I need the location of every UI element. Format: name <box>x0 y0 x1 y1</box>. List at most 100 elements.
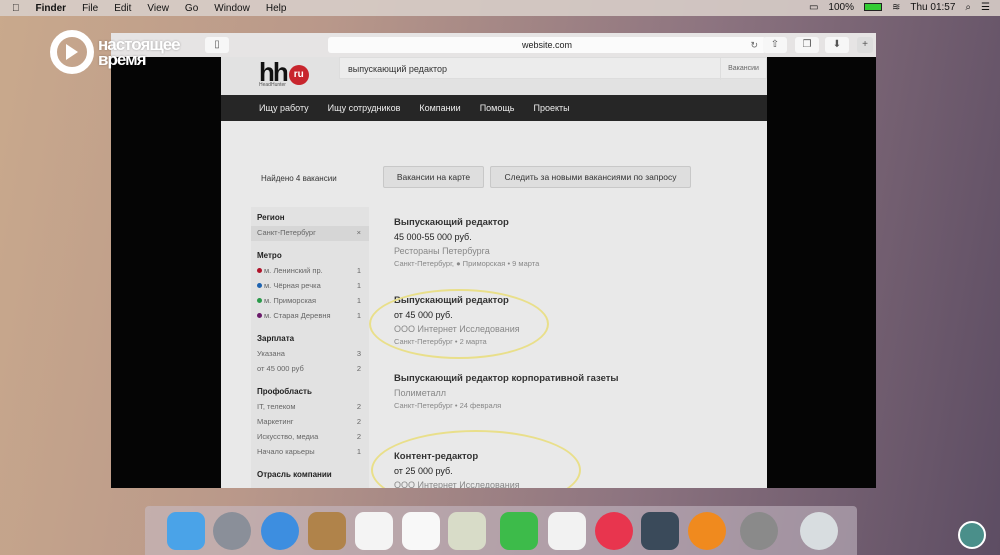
filter-count: 1 <box>356 296 361 305</box>
vacancy-title[interactable]: Выпускающий редактор <box>394 217 724 228</box>
vacancy-title[interactable]: Выпускающий редактор корпоративной газет… <box>394 373 724 384</box>
search-scope[interactable]: Вакансии <box>720 58 766 80</box>
filter-item[interactable]: м. Старая Деревня 1 <box>251 309 369 324</box>
downloads-icon[interactable]: ⬇ <box>825 37 849 53</box>
address-bar[interactable]: website.com ↻ <box>328 37 766 53</box>
results-count: Найдено 4 вакансии <box>261 174 337 183</box>
filter-item[interactable]: Маркетинг 2 <box>251 415 369 430</box>
menu-help[interactable]: Help <box>266 3 287 14</box>
filter-count: 2 <box>356 364 361 373</box>
watermark-logo: настоящее время <box>50 30 181 74</box>
filter-count: 2 <box>356 417 361 426</box>
menu-bar:  Finder File Edit View Go Window Help ▭… <box>0 0 1000 16</box>
vacancy-meta: Санкт-Петербург • 24 февраля <box>394 401 502 410</box>
filter-label: м. Старая Деревня <box>264 311 331 320</box>
hh-logo[interactable]: hh ru HeadHunter <box>259 57 309 88</box>
browser-toolbar: ▯ website.com ↻ ⇧ ❐ ⬇ + <box>111 33 876 57</box>
filter-item[interactable]: Указана 3 <box>251 347 369 362</box>
search-input[interactable]: выпускающий редактор Вакансии <box>339 57 767 80</box>
filter-item[interactable]: IT, телеком 2 <box>251 400 369 415</box>
nav-companies[interactable]: Компании <box>419 103 460 113</box>
map-button[interactable]: Вакансии на карте <box>383 166 484 188</box>
reload-icon[interactable]: ↻ <box>750 37 758 53</box>
filter-item[interactable]: м. Приморская 1 <box>251 294 369 309</box>
finder-icon[interactable] <box>167 512 205 550</box>
menu-view[interactable]: View <box>147 3 169 14</box>
vacancy-company[interactable]: Полиметалл <box>394 388 724 398</box>
notification-center-icon[interactable]: ☰ <box>981 2 990 13</box>
preview-icon[interactable] <box>448 512 486 550</box>
tabs-icon[interactable]: ❐ <box>795 37 819 53</box>
trash-icon[interactable] <box>800 512 838 550</box>
menu-finder[interactable]: Finder <box>36 3 67 14</box>
contacts-icon[interactable] <box>308 512 346 550</box>
facetime-icon[interactable] <box>500 512 538 550</box>
filter-label: Искусство, медиа <box>257 432 319 441</box>
filter-count: 1 <box>356 311 361 320</box>
replay-icon[interactable] <box>958 521 986 549</box>
filter-label: Указана <box>257 349 285 358</box>
follow-button[interactable]: Следить за новыми вакансиями по запросу <box>490 166 691 188</box>
filter-item[interactable]: м. Ленинский пр. 1 <box>251 264 369 279</box>
wifi-icon[interactable]: ≋ <box>892 2 900 13</box>
reminders-icon[interactable] <box>402 512 440 550</box>
safari-icon[interactable] <box>261 512 299 550</box>
vacancy-company[interactable]: ООО Интернет Исследования <box>394 480 724 488</box>
nav-employees[interactable]: Ищу сотрудников <box>328 103 401 113</box>
vacancy-title[interactable]: Контент-редактор <box>394 451 724 462</box>
vacancy-salary: от 45 000 руб. <box>394 310 453 320</box>
spotlight-icon[interactable]: ⌕ <box>965 2 971 13</box>
logo-line2: время <box>98 50 147 69</box>
filter-label: от 45 000 руб <box>257 364 304 373</box>
region-selected[interactable]: Санкт-Петербург × <box>251 226 369 241</box>
vacancy-salary: 45 000-55 000 руб. <box>394 232 472 242</box>
vacancy-meta: Санкт-Петербург, ● Приморская • 9 марта <box>394 259 540 268</box>
menu-window[interactable]: Window <box>214 3 250 14</box>
battery-percent: 100% <box>828 2 854 13</box>
clock[interactable]: Thu 01:57 <box>910 2 955 13</box>
nav-job-search[interactable]: Ищу работу <box>259 103 309 113</box>
filter-item[interactable]: Искусство, медиа 2 <box>251 430 369 445</box>
vacancy-salary: от 25 000 руб. <box>394 466 453 476</box>
battery-icon[interactable] <box>863 3 882 11</box>
vacancy-title[interactable]: Выпускающий редактор <box>394 295 724 306</box>
photos-icon[interactable] <box>548 512 586 550</box>
filter-label: Начало карьеры <box>257 447 315 456</box>
sidebar-toggle-icon[interactable]: ▯ <box>205 37 229 53</box>
metro-dot-icon <box>257 283 262 288</box>
filter-title-prof: Профобласть <box>257 387 312 396</box>
filter-count: 3 <box>356 349 361 358</box>
system-preferences-icon[interactable] <box>740 512 778 550</box>
vacancy-item: Выпускающий редактор 45 000-55 000 руб. Ре… <box>394 217 724 295</box>
filter-item[interactable]: м. Чёрная речка 1 <box>251 279 369 294</box>
imovie-icon[interactable] <box>641 512 679 550</box>
filter-item[interactable]: от 45 000 руб 2 <box>251 362 369 377</box>
menu-file[interactable]: File <box>82 3 98 14</box>
itunes-icon[interactable] <box>595 512 633 550</box>
vacancy-company[interactable]: ООО Интернет Исследования <box>394 324 724 334</box>
airplay-icon[interactable]: ▭ <box>809 2 818 13</box>
filter-count: 1 <box>356 447 361 456</box>
menu-go[interactable]: Go <box>185 3 198 14</box>
share-icon[interactable]: ⇧ <box>763 37 787 53</box>
filter-title-industry: Отрасль компании <box>257 470 332 479</box>
apple-icon[interactable]:  <box>12 3 20 14</box>
calendar-icon[interactable] <box>355 512 393 550</box>
ibooks-icon[interactable] <box>688 512 726 550</box>
clear-icon[interactable]: × <box>357 226 361 241</box>
launchpad-icon[interactable] <box>213 512 251 550</box>
new-tab-icon[interactable]: + <box>857 37 873 53</box>
vacancy-company[interactable]: Рестораны Петербурга <box>394 246 724 256</box>
vacancy-meta: Санкт-Петербург • 2 марта <box>394 337 487 346</box>
browser-window: ▯ website.com ↻ ⇧ ❐ ⬇ + hh ru HeadHunter вы… <box>111 33 876 488</box>
filter-label: м. Приморская <box>264 296 317 305</box>
filters-sidebar: Регион Санкт-Петербург × Метро м. Ленинск… <box>251 207 369 488</box>
nav-help[interactable]: Помощь <box>480 103 515 113</box>
menu-edit[interactable]: Edit <box>114 3 131 14</box>
play-logo-icon <box>50 30 94 74</box>
main-nav: Ищу работу Ищу сотрудников Компании Помо… <box>221 95 767 121</box>
filter-item[interactable]: Начало карьеры 1 <box>251 445 369 460</box>
filter-count: 2 <box>356 432 361 441</box>
filter-label: IT, телеком <box>257 402 296 411</box>
nav-projects[interactable]: Проекты <box>533 103 569 113</box>
